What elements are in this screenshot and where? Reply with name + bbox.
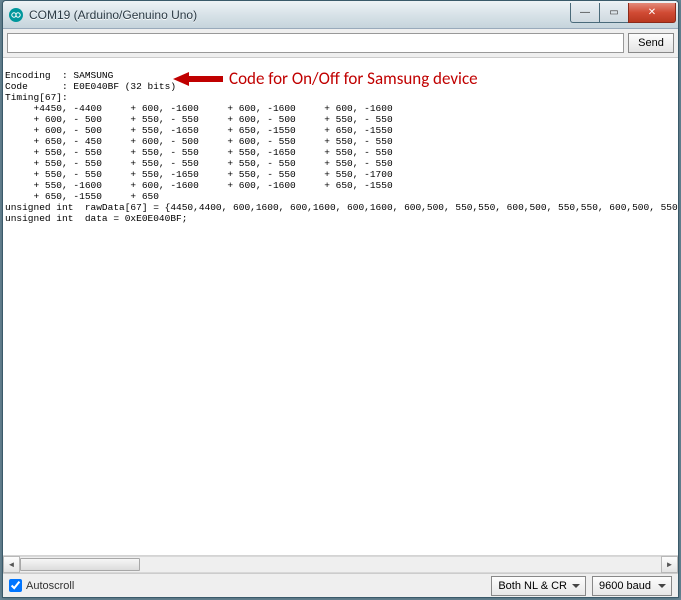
baud-rate-select[interactable]: 9600 baud bbox=[592, 576, 672, 596]
autoscroll-checkbox[interactable]: Autoscroll bbox=[9, 579, 74, 592]
autoscroll-input[interactable] bbox=[9, 579, 22, 592]
titlebar[interactable]: COM19 (Arduino/Genuino Uno) — ▭ ✕ bbox=[3, 1, 678, 29]
close-button[interactable]: ✕ bbox=[628, 3, 676, 23]
send-toolbar: Send bbox=[3, 29, 678, 58]
arduino-icon bbox=[9, 8, 23, 22]
scroll-thumb[interactable] bbox=[20, 558, 140, 571]
maximize-button[interactable]: ▭ bbox=[599, 3, 629, 23]
line-ending-value: Both NL & CR bbox=[498, 580, 567, 592]
serial-monitor-window: COM19 (Arduino/Genuino Uno) — ▭ ✕ Send E… bbox=[2, 0, 679, 598]
line-ending-select[interactable]: Both NL & CR bbox=[491, 576, 586, 596]
serial-output-text: Encoding : SAMSUNG Code : E0E040BF (32 b… bbox=[5, 70, 678, 224]
scroll-track[interactable] bbox=[20, 556, 661, 573]
baud-rate-value: 9600 baud bbox=[599, 580, 651, 592]
serial-output-area[interactable]: Encoding : SAMSUNG Code : E0E040BF (32 b… bbox=[3, 58, 678, 555]
send-input[interactable] bbox=[7, 33, 624, 53]
horizontal-scrollbar[interactable]: ◄ ► bbox=[3, 555, 678, 573]
scroll-left-button[interactable]: ◄ bbox=[3, 556, 20, 573]
window-title: COM19 (Arduino/Genuino Uno) bbox=[29, 8, 571, 22]
status-bar: Autoscroll Both NL & CR 9600 baud bbox=[3, 573, 678, 597]
autoscroll-label: Autoscroll bbox=[26, 580, 74, 592]
minimize-button[interactable]: — bbox=[570, 3, 600, 23]
window-controls: — ▭ ✕ bbox=[571, 3, 676, 23]
send-button[interactable]: Send bbox=[628, 33, 674, 53]
scroll-right-button[interactable]: ► bbox=[661, 556, 678, 573]
